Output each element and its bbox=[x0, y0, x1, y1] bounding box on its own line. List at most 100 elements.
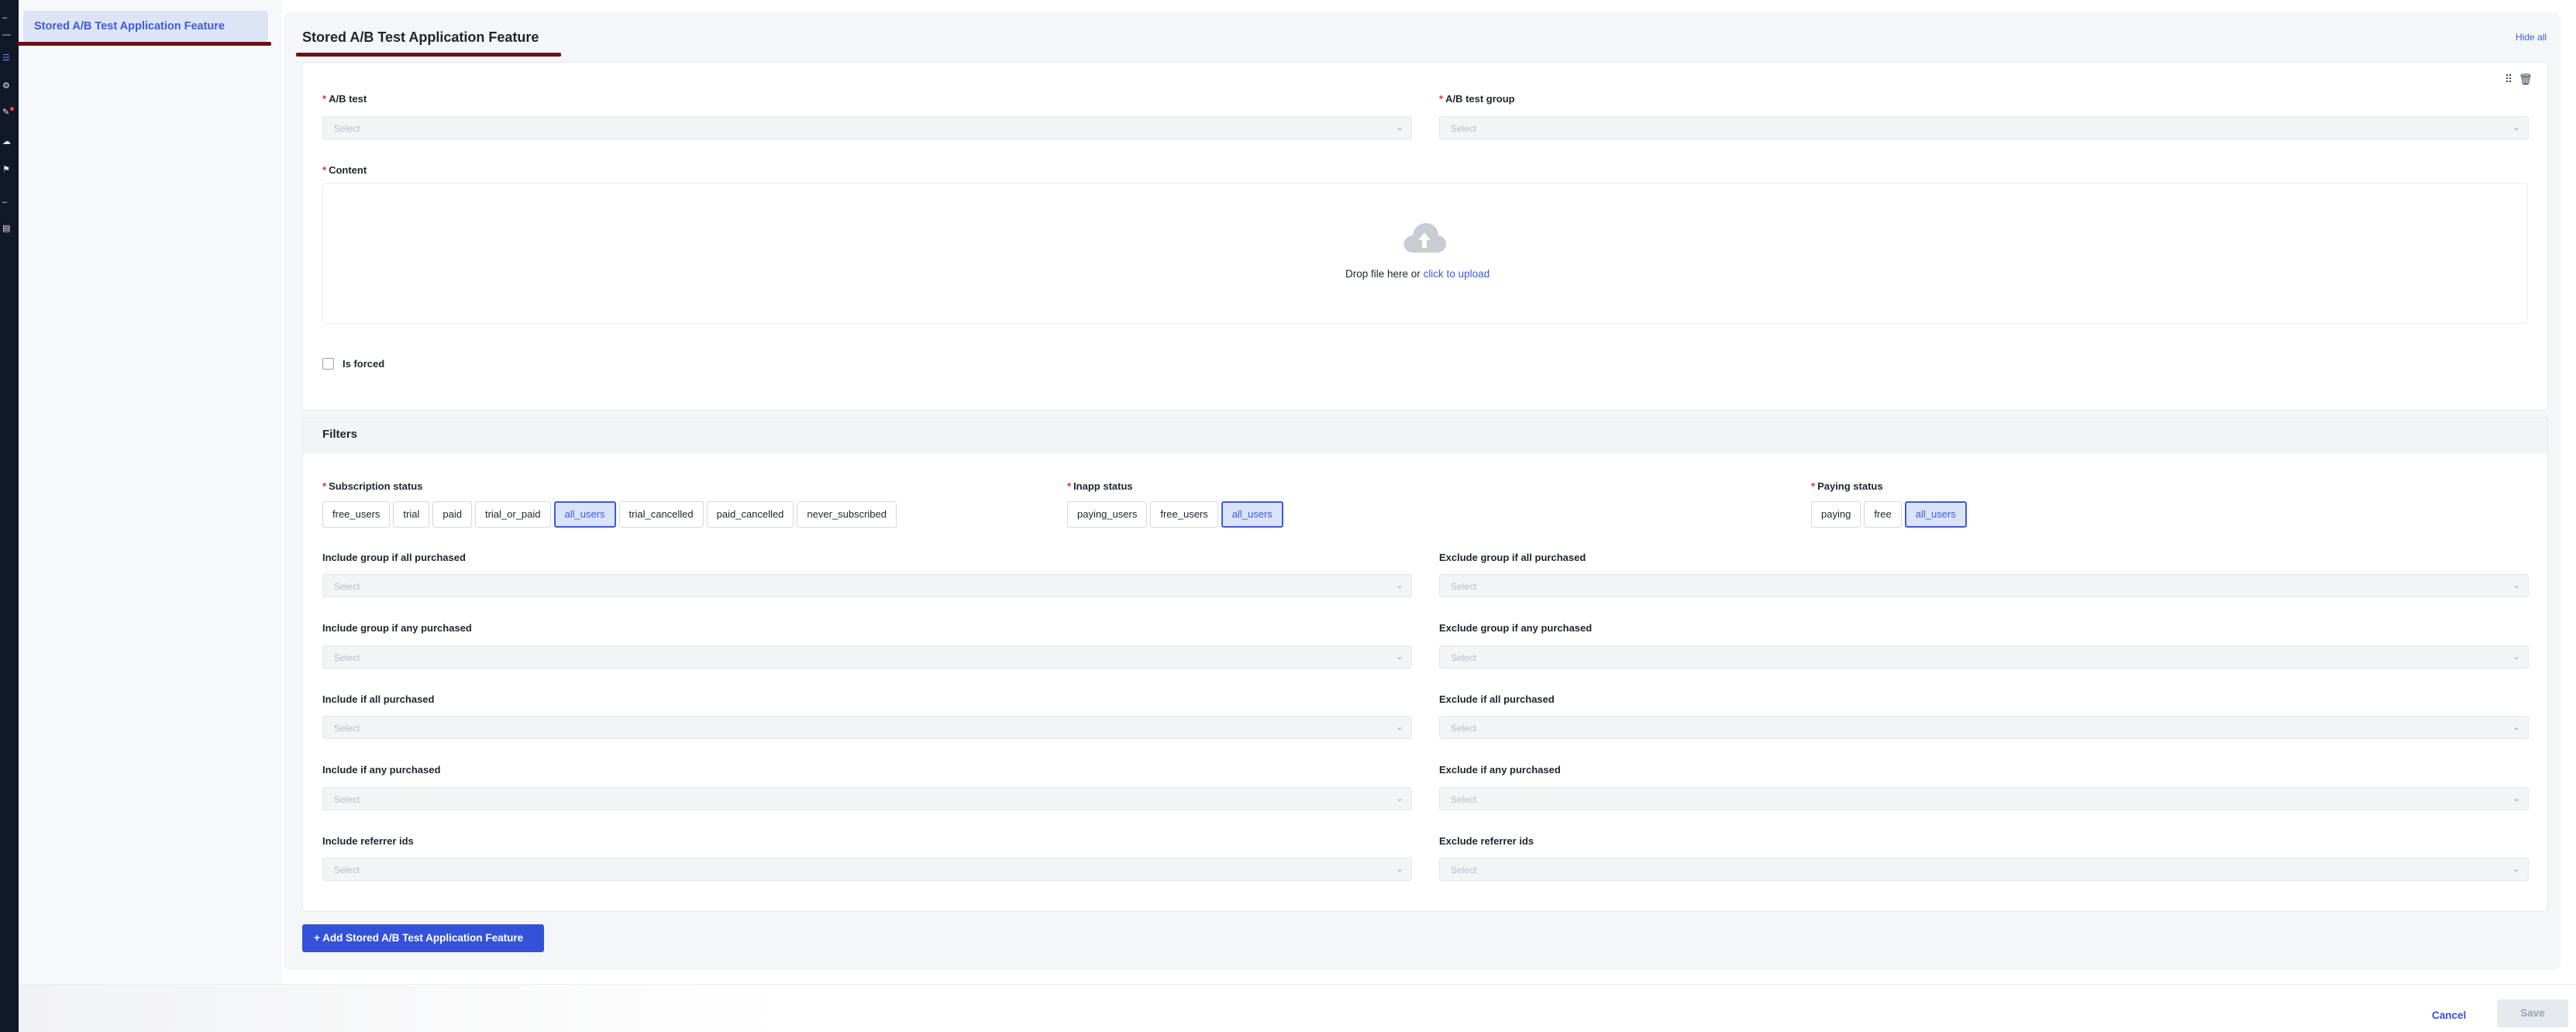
menu-dash-icon[interactable]: – bbox=[2, 14, 13, 22]
exclude-all-label: Exclude if all purchased bbox=[1439, 693, 1555, 705]
exclude-referrer-select[interactable]: Select ⌄ bbox=[1439, 858, 2529, 881]
cancel-button[interactable]: Cancel bbox=[2432, 1010, 2466, 1021]
nav-item-stored-ab-test[interactable]: Stored A/B Test Application Feature bbox=[23, 11, 268, 42]
exclude-any-select[interactable]: Select ⌄ bbox=[1439, 787, 2529, 810]
card-actions: ⠿ 🗑 bbox=[2505, 73, 2533, 86]
include-all-label: Include if all purchased bbox=[322, 693, 435, 705]
ab-test-label: * A/B test bbox=[322, 93, 367, 105]
chevron-down-icon: ⌄ bbox=[1395, 651, 1403, 662]
section-title-indicator bbox=[296, 53, 561, 57]
subscription-status-option[interactable]: all_users bbox=[553, 501, 616, 528]
drop-hint: Drop file here or bbox=[1345, 268, 1421, 280]
include-referrer-label: Include referrer ids bbox=[322, 835, 414, 847]
list-icon[interactable]: ☰ bbox=[2, 54, 13, 63]
divider-icon: – bbox=[2, 198, 8, 207]
chevron-down-icon: ⌄ bbox=[2512, 122, 2520, 132]
ab-test-group-select[interactable]: Select ⌄ bbox=[1439, 116, 2529, 139]
chevron-down-icon: ⌄ bbox=[1395, 580, 1403, 590]
flag-icon[interactable]: ⚑ bbox=[2, 166, 13, 174]
ab-test-group-placeholder: Select bbox=[1451, 123, 1477, 134]
content-label: * Content bbox=[322, 164, 367, 176]
notification-dot bbox=[10, 107, 14, 111]
icon-rail: – — ☰ ⚙ ✎ ☁ ⚑ – ▤ bbox=[0, 0, 19, 1032]
select-placeholder: Select bbox=[334, 581, 360, 592]
chevron-down-icon: ⌄ bbox=[2512, 863, 2520, 874]
nav-active-indicator bbox=[17, 42, 271, 46]
paying-status-toggle: paying free all_users bbox=[1811, 501, 1967, 528]
chevron-down-icon: ⌄ bbox=[2512, 721, 2520, 732]
inapp-status-option[interactable]: paying_users bbox=[1067, 501, 1148, 528]
subscription-status-option[interactable]: never_subscribed bbox=[797, 501, 897, 528]
subscription-status-option[interactable]: paid_cancelled bbox=[706, 501, 794, 528]
settings-icon[interactable]: ⚙ bbox=[2, 82, 13, 91]
select-placeholder: Select bbox=[1451, 581, 1477, 592]
left-nav bbox=[19, 0, 282, 1032]
dropzone-text: Drop file here or click to upload bbox=[1345, 268, 1489, 280]
cloud-upload-icon bbox=[1403, 223, 1446, 253]
paying-status-label: * Paying status bbox=[1811, 480, 1883, 492]
exclude-group-all-select[interactable]: Select ⌄ bbox=[1439, 574, 2529, 597]
footer-bar bbox=[19, 984, 2576, 1032]
chevron-down-icon: ⌄ bbox=[2512, 793, 2520, 803]
ab-test-group-label: * A/B test group bbox=[1439, 93, 1515, 105]
ab-test-select[interactable]: Select ⌄ bbox=[322, 116, 1412, 139]
hide-all-link[interactable]: Hide all bbox=[2516, 32, 2547, 43]
drag-handle-icon[interactable]: ⠿ bbox=[2505, 73, 2512, 85]
ab-test-placeholder: Select bbox=[334, 123, 360, 134]
select-placeholder: Select bbox=[1451, 865, 1477, 875]
select-placeholder: Select bbox=[1451, 652, 1477, 663]
select-placeholder: Select bbox=[1451, 723, 1477, 734]
paying-status-option[interactable]: paying bbox=[1811, 501, 1861, 528]
subscription-status-option[interactable]: trial bbox=[393, 501, 430, 528]
filters-header bbox=[302, 417, 2548, 454]
exclude-group-any-label: Exclude group if any purchased bbox=[1439, 622, 1593, 634]
collapse-icon[interactable]: — bbox=[2, 31, 13, 40]
subscription-status-option[interactable]: paid bbox=[432, 501, 472, 528]
chevron-down-icon: ⌄ bbox=[1395, 122, 1403, 132]
subscription-status-toggle: free_users trial paid trial_or_paid all_user… bbox=[322, 501, 897, 528]
include-any-label: Include if any purchased bbox=[322, 764, 441, 776]
include-referrer-select[interactable]: Select ⌄ bbox=[322, 858, 1412, 881]
inapp-status-option[interactable]: all_users bbox=[1221, 501, 1283, 528]
paying-status-option[interactable]: free bbox=[1864, 501, 1902, 528]
include-any-select[interactable]: Select ⌄ bbox=[322, 787, 1412, 810]
inapp-status-label: * Inapp status bbox=[1067, 480, 1133, 492]
section-title: Stored A/B Test Application Feature bbox=[302, 29, 539, 45]
save-button[interactable]: Save bbox=[2497, 999, 2568, 1027]
include-group-all-label: Include group if all purchased bbox=[322, 552, 466, 563]
chevron-down-icon: ⌄ bbox=[2512, 580, 2520, 590]
select-placeholder: Select bbox=[1451, 794, 1477, 805]
trash-icon[interactable]: 🗑 bbox=[2519, 73, 2533, 85]
filters-title: Filters bbox=[322, 428, 358, 441]
exclude-group-all-label: Exclude group if all purchased bbox=[1439, 552, 1586, 563]
cloud-icon[interactable]: ☁ bbox=[2, 138, 13, 146]
book-icon[interactable]: ▤ bbox=[2, 225, 13, 233]
inapp-status-toggle: paying_users free_users all_users bbox=[1067, 501, 1283, 528]
select-placeholder: Select bbox=[334, 652, 360, 663]
chevron-down-icon: ⌄ bbox=[2512, 651, 2520, 662]
chevron-down-icon: ⌄ bbox=[1395, 863, 1403, 874]
subscription-status-option[interactable]: free_users bbox=[322, 501, 391, 528]
exclude-any-label: Exclude if any purchased bbox=[1439, 764, 1561, 776]
select-placeholder: Select bbox=[334, 723, 360, 734]
select-placeholder: Select bbox=[334, 865, 360, 875]
subscription-status-option[interactable]: trial_or_paid bbox=[474, 501, 551, 528]
add-feature-button[interactable]: + Add Stored A/B Test Application Featur… bbox=[302, 924, 544, 952]
click-to-upload-link[interactable]: click to upload bbox=[1424, 268, 1490, 280]
exclude-group-any-select[interactable]: Select ⌄ bbox=[1439, 645, 2529, 669]
select-placeholder: Select bbox=[334, 794, 360, 805]
paying-status-option[interactable]: all_users bbox=[1904, 501, 1967, 528]
include-group-any-select[interactable]: Select ⌄ bbox=[322, 645, 1412, 669]
chevron-down-icon: ⌄ bbox=[1395, 793, 1403, 803]
subscription-status-label: * Subscription status bbox=[322, 480, 423, 492]
include-group-any-label: Include group if any purchased bbox=[322, 622, 472, 634]
exclude-all-select[interactable]: Select ⌄ bbox=[1439, 716, 2529, 739]
chevron-down-icon: ⌄ bbox=[1395, 721, 1403, 732]
include-all-select[interactable]: Select ⌄ bbox=[322, 716, 1412, 739]
exclude-referrer-label: Exclude referrer ids bbox=[1439, 835, 1534, 847]
subscription-status-option[interactable]: trial_cancelled bbox=[618, 501, 704, 528]
is-forced-checkbox[interactable] bbox=[322, 358, 334, 370]
include-group-all-select[interactable]: Select ⌄ bbox=[322, 574, 1412, 597]
inapp-status-option[interactable]: free_users bbox=[1150, 501, 1218, 528]
is-forced-label: Is forced bbox=[343, 358, 385, 370]
